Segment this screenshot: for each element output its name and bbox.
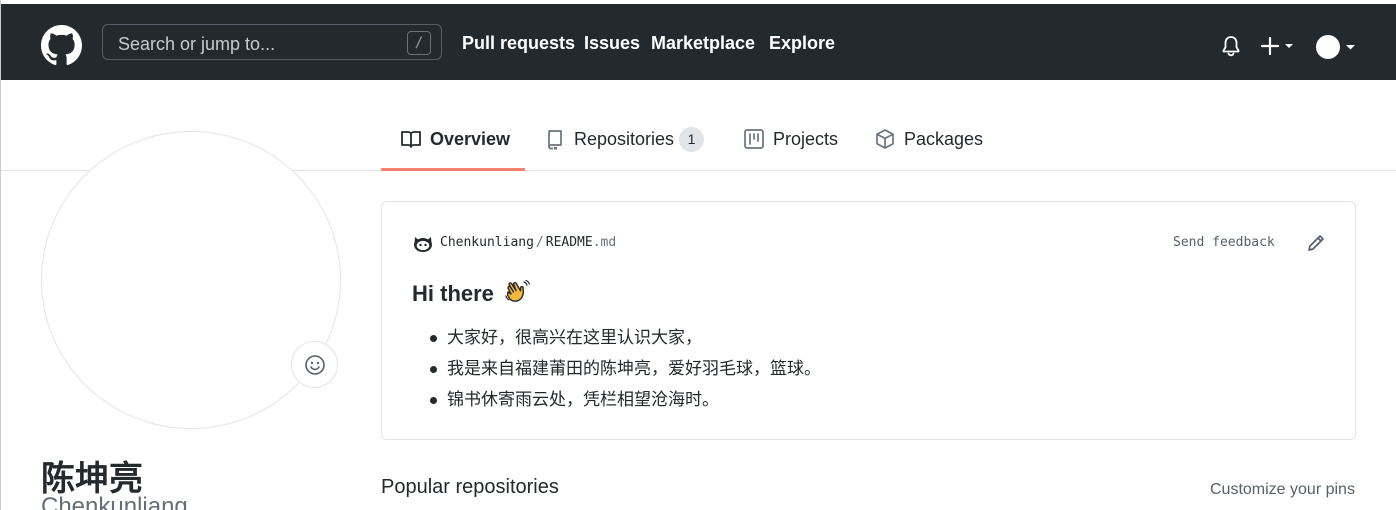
project-icon bbox=[744, 129, 764, 149]
profile-login: Chenkunliang bbox=[41, 493, 188, 510]
profile-avatar[interactable] bbox=[41, 131, 341, 429]
tab-repositories-label: Repositories bbox=[574, 129, 675, 149]
repositories-count-badge: 1 bbox=[679, 127, 704, 152]
page: Search or jump to... / Pull requests Iss… bbox=[0, 0, 1396, 510]
user-avatar-menu[interactable] bbox=[1315, 34, 1359, 60]
package-icon bbox=[876, 129, 894, 149]
waving-hand-icon bbox=[505, 279, 530, 302]
repo-icon bbox=[548, 130, 562, 150]
readme-list-item: 大家好，很高兴在这里认识大家， bbox=[412, 326, 821, 357]
customize-pins-link[interactable]: Customize your pins bbox=[1210, 481, 1355, 499]
tab-overview-label: Overview bbox=[430, 129, 511, 149]
smiley-icon bbox=[305, 355, 325, 375]
bell-icon[interactable] bbox=[1219, 34, 1243, 58]
readme-heading: Hi there bbox=[412, 279, 530, 307]
readme-list: 大家好，很高兴在这里认识大家， 我是来自福建莆田的陈坤亮，爱好羽毛球，篮球。 锦… bbox=[412, 326, 821, 419]
tab-projects[interactable]: Projects bbox=[743, 122, 838, 171]
plus-icon[interactable] bbox=[1259, 35, 1299, 57]
pencil-icon[interactable] bbox=[1305, 232, 1327, 254]
header: Search or jump to... / Pull requests Iss… bbox=[1, 4, 1396, 80]
readme-list-item: 我是来自福建莆田的陈坤亮，爱好羽毛球，篮球。 bbox=[412, 357, 821, 388]
readme-file-ext: .md bbox=[592, 235, 617, 250]
tab-projects-label: Projects bbox=[773, 129, 839, 149]
nav-marketplace[interactable]: Marketplace bbox=[651, 33, 755, 54]
send-feedback-link[interactable]: Send feedback bbox=[1173, 235, 1275, 250]
search-shortcut-key: / bbox=[407, 31, 431, 55]
nav-pull-requests[interactable]: Pull requests bbox=[462, 33, 575, 54]
tab-repositories[interactable]: Repositories 1 bbox=[544, 122, 709, 171]
search-placeholder: Search or jump to... bbox=[118, 34, 276, 54]
readme-path: Chenkunliang / README.md bbox=[440, 235, 616, 250]
octocat-icon[interactable] bbox=[412, 232, 434, 254]
profile-readme-card: Chenkunliang / README.md Send feedback Hi … bbox=[381, 201, 1356, 440]
readme-list-item: 锦书休寄雨云处，凭栏相望沧海时。 bbox=[412, 388, 821, 419]
book-icon bbox=[401, 131, 421, 148]
readme-owner-link[interactable]: Chenkunliang bbox=[440, 235, 534, 250]
tab-packages-label: Packages bbox=[904, 129, 984, 149]
tab-packages[interactable]: Packages bbox=[874, 122, 983, 171]
search-input[interactable]: Search or jump to... / bbox=[102, 24, 442, 60]
github-mark-icon[interactable] bbox=[41, 25, 82, 66]
tab-overview[interactable]: Overview bbox=[400, 122, 525, 171]
nav-issues[interactable]: Issues bbox=[584, 33, 640, 54]
active-tab-underline bbox=[381, 168, 525, 171]
readme-path-separator: / bbox=[535, 235, 544, 250]
readme-heading-text: Hi there bbox=[412, 281, 494, 306]
nav-explore[interactable]: Explore bbox=[769, 33, 835, 54]
readme-file-name[interactable]: README bbox=[546, 235, 593, 250]
set-status-button[interactable] bbox=[291, 341, 338, 388]
popular-repositories-heading: Popular repositories bbox=[381, 476, 559, 498]
